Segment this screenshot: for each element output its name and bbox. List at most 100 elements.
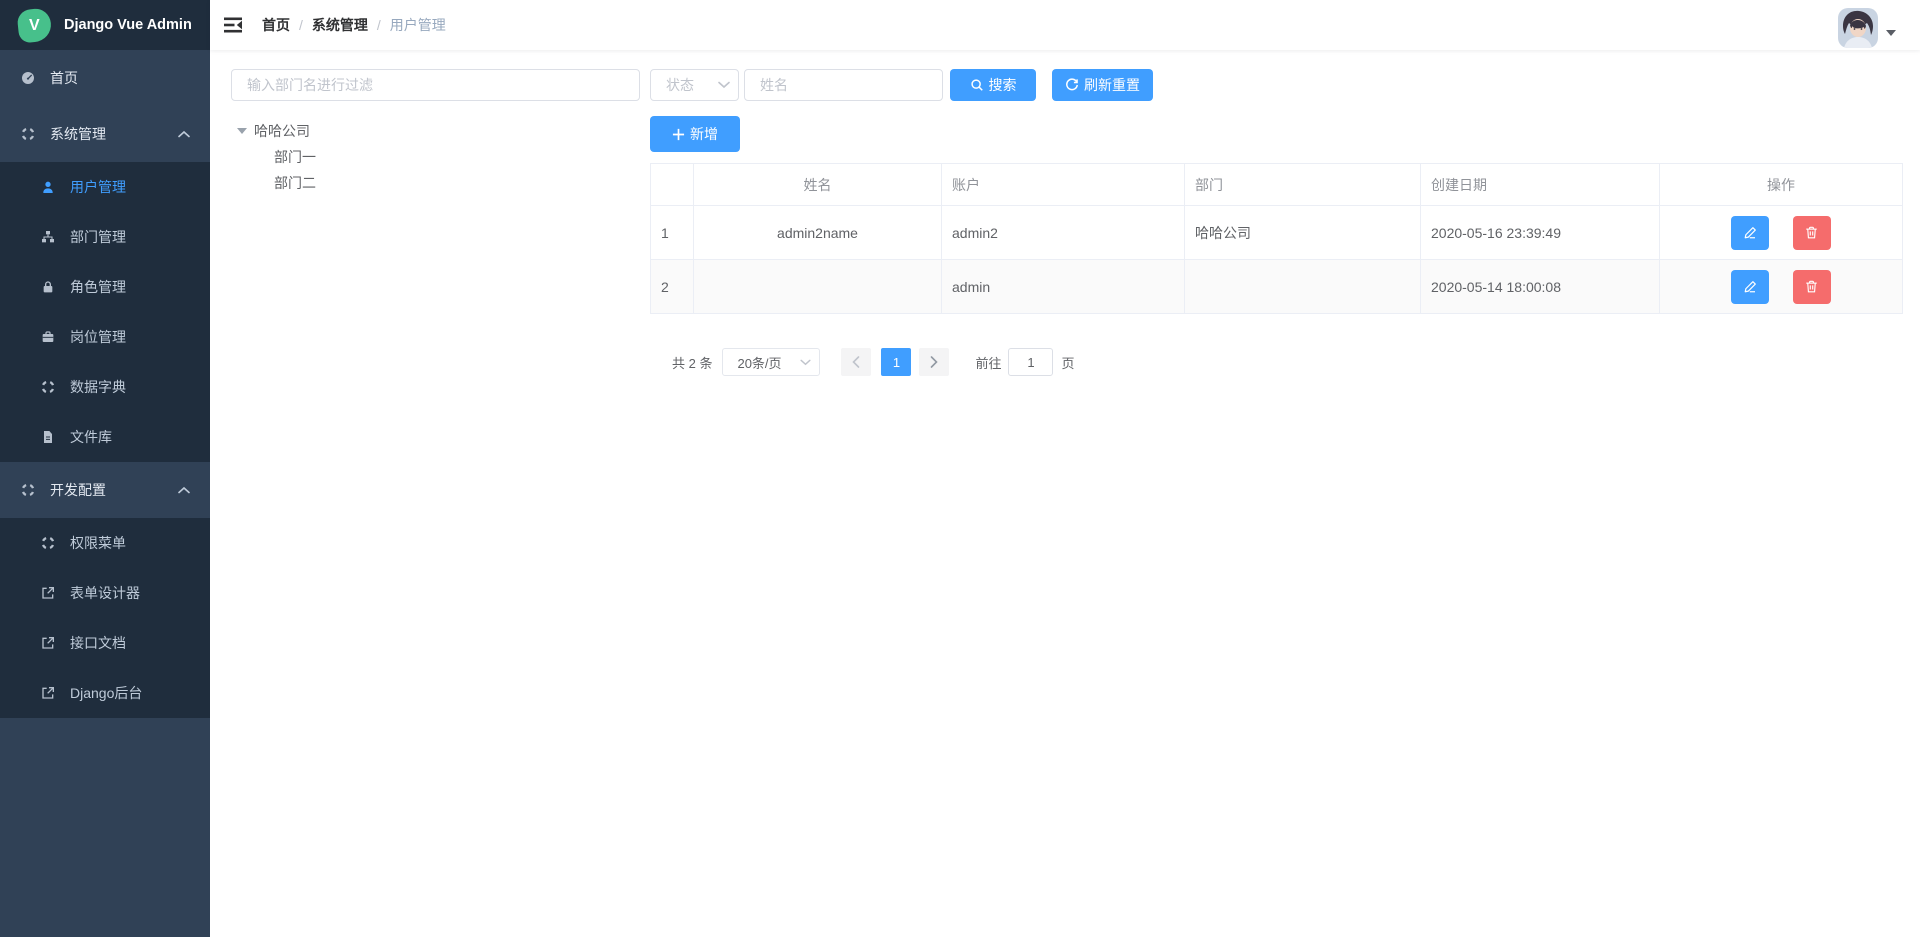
breadcrumb-separator: /: [299, 17, 303, 33]
plus-icon: [672, 128, 685, 141]
tree-node-dept-1[interactable]: 部门一: [231, 144, 640, 170]
delete-button[interactable]: [1793, 270, 1831, 304]
sidebar-item-label: 接口文档: [70, 633, 126, 653]
column-header-dept: 部门: [1185, 164, 1421, 206]
pagination-unit-label: 页: [1061, 353, 1074, 372]
department-tree: 哈哈公司 部门一 部门二: [231, 118, 640, 196]
sidebar-item-posts[interactable]: 岗位管理: [0, 312, 210, 362]
sidebar-item-permission-menu[interactable]: 权限菜单: [0, 518, 210, 568]
pagination-goto-label: 前往: [975, 353, 1001, 372]
search-icon: [970, 78, 984, 92]
sidebar-item-files[interactable]: 文件库: [0, 412, 210, 462]
department-panel: 哈哈公司 部门一 部门二: [231, 69, 640, 196]
sitemap-icon: [40, 229, 56, 245]
breadcrumb-current: 用户管理: [390, 15, 446, 35]
delete-button[interactable]: [1793, 216, 1831, 250]
sidebar-item-label: 部门管理: [70, 227, 126, 247]
submenu-system: 用户管理 部门管理 角色管理 岗位管理: [0, 162, 210, 462]
name-filter-input[interactable]: [744, 69, 943, 101]
dashboard-icon: [20, 70, 36, 86]
chevron-right-icon: [930, 356, 938, 368]
app-logo-bar[interactable]: V Django Vue Admin: [0, 0, 210, 50]
lifebuoy-icon: [20, 126, 36, 142]
sidebar-item-roles[interactable]: 角色管理: [0, 262, 210, 312]
column-header-created: 创建日期: [1421, 164, 1660, 206]
briefcase-icon: [40, 329, 56, 345]
chevron-down-icon: [718, 81, 730, 89]
lock-icon: [40, 279, 56, 295]
add-button[interactable]: 新增: [650, 116, 740, 152]
status-select[interactable]: 状态: [650, 69, 739, 101]
sidebar-group-dev-config[interactable]: 开发配置: [0, 462, 210, 518]
next-page-button[interactable]: [919, 348, 949, 376]
cell-actions: [1660, 260, 1903, 314]
sidebar-item-label: 文件库: [70, 427, 112, 447]
user-list-panel: 状态 搜索 刷新重置 新增: [650, 69, 1902, 376]
search-button-label: 搜索: [989, 75, 1017, 95]
cell-dept: [1185, 260, 1421, 314]
sidebar-item-users[interactable]: 用户管理: [0, 162, 210, 212]
edit-button[interactable]: [1731, 270, 1769, 304]
document-icon: [40, 429, 56, 445]
cell-name: admin2name: [694, 206, 942, 260]
lifebuoy-icon: [20, 482, 36, 498]
chevron-down-icon: [800, 359, 811, 366]
table-header-row: 姓名 账户 部门 创建日期 操作: [651, 164, 1903, 206]
department-filter-input[interactable]: [231, 69, 640, 101]
search-button[interactable]: 搜索: [950, 69, 1036, 101]
pagination: 共 2 条 20条/页 1 前往 页: [672, 348, 1902, 376]
external-link-icon: [40, 585, 56, 601]
app-title: Django Vue Admin: [64, 17, 192, 33]
hamburger-icon[interactable]: [224, 15, 246, 35]
sidebar-group-system[interactable]: 系统管理: [0, 106, 210, 162]
column-header-name: 姓名: [694, 164, 942, 206]
delete-icon: [1804, 279, 1819, 294]
breadcrumb-home[interactable]: 首页: [262, 15, 290, 35]
page-number-button[interactable]: 1: [881, 348, 911, 376]
tree-node-label: 部门二: [274, 173, 316, 193]
breadcrumb-separator: /: [377, 17, 381, 33]
external-link-icon: [40, 685, 56, 701]
column-header-actions: 操作: [1660, 164, 1903, 206]
user-menu-trigger[interactable]: [1838, 3, 1896, 48]
sidebar-item-label: 数据字典: [70, 377, 126, 397]
add-button-label: 新增: [690, 124, 718, 144]
edit-icon: [1743, 279, 1758, 294]
caret-down-icon[interactable]: [237, 128, 247, 134]
status-select-placeholder: 状态: [666, 75, 694, 95]
avatar[interactable]: [1838, 8, 1878, 48]
sidebar-item-label: 角色管理: [70, 277, 126, 297]
refresh-reset-button[interactable]: 刷新重置: [1052, 69, 1153, 101]
user-table: 姓名 账户 部门 创建日期 操作 1 admin2name admin2 哈哈公…: [650, 163, 1903, 314]
column-header-index: [651, 164, 694, 206]
sidebar-item-home[interactable]: 首页: [0, 50, 210, 106]
tree-node-dept-2[interactable]: 部门二: [231, 170, 640, 196]
refresh-icon: [1065, 78, 1079, 92]
logo-letter: V: [29, 16, 40, 34]
sidebar-item-api-docs[interactable]: 接口文档: [0, 618, 210, 668]
table-row: 2 admin 2020-05-14 18:00:08: [651, 260, 1903, 314]
page-content: 哈哈公司 部门一 部门二 状态 搜索: [210, 50, 1920, 937]
sidebar-item-django-admin[interactable]: Django后台: [0, 668, 210, 718]
lifebuoy-icon: [40, 535, 56, 551]
edit-icon: [1743, 225, 1758, 240]
cell-account: admin2: [942, 206, 1185, 260]
page-size-select[interactable]: 20条/页: [722, 348, 820, 376]
refresh-reset-button-label: 刷新重置: [1084, 75, 1140, 95]
filter-toolbar: 状态 搜索 刷新重置: [650, 69, 1902, 101]
edit-button[interactable]: [1731, 216, 1769, 250]
page-size-label: 20条/页: [737, 353, 781, 372]
prev-page-button[interactable]: [841, 348, 871, 376]
sidebar-item-departments[interactable]: 部门管理: [0, 212, 210, 262]
chevron-up-icon: [178, 130, 190, 138]
sidebar-item-dictionary[interactable]: 数据字典: [0, 362, 210, 412]
sidebar-item-form-designer[interactable]: 表单设计器: [0, 568, 210, 618]
breadcrumb: 首页 / 系统管理 / 用户管理: [262, 15, 446, 35]
breadcrumb-system[interactable]: 系统管理: [312, 15, 368, 35]
pagination-total: 共 2 条: [672, 353, 712, 372]
chevron-up-icon: [178, 486, 190, 494]
tree-node-company[interactable]: 哈哈公司: [231, 118, 640, 144]
column-header-account: 账户: [942, 164, 1185, 206]
goto-page-input[interactable]: [1008, 348, 1053, 376]
tree-node-label: 哈哈公司: [254, 121, 310, 141]
